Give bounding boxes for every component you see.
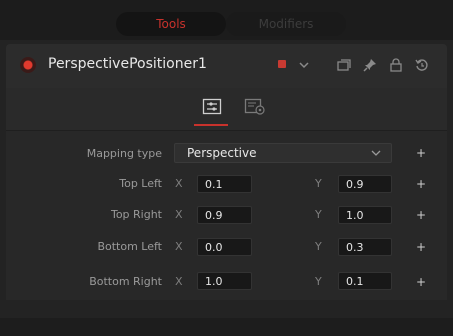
- top-left-label: Top Left: [119, 177, 162, 190]
- node-title: PerspectivePositioner1: [48, 56, 207, 72]
- bottom-left-label: Bottom Left: [97, 240, 162, 253]
- mapping-type-value: Perspective: [187, 146, 257, 160]
- top-right-label: Top Right: [110, 208, 162, 221]
- subtab-bar: [6, 88, 447, 131]
- bottom-left-x-input[interactable]: 0.0: [197, 238, 252, 256]
- inspector-panel: Tools Modifiers PerspectivePositioner1 M…: [0, 0, 453, 336]
- bottom-left-y-label: Y: [315, 240, 322, 253]
- node-header[interactable]: PerspectivePositioner1: [6, 44, 447, 88]
- top-right-add-button[interactable]: +: [416, 209, 426, 221]
- node-enable-toggle[interactable]: [20, 57, 36, 73]
- chevron-down-icon: [371, 150, 381, 156]
- lock-icon[interactable]: [388, 57, 404, 73]
- top-right-x-input[interactable]: 0.9: [197, 206, 252, 224]
- bottom-right-y-label: Y: [315, 275, 322, 288]
- top-left-y-label: Y: [315, 177, 322, 190]
- bottom-right-y-input[interactable]: 0.1: [338, 272, 392, 290]
- inspector-tab-strip: Tools Modifiers: [0, 0, 453, 40]
- top-left-add-button[interactable]: +: [416, 178, 426, 190]
- bottom-left-y-input[interactable]: 0.3: [338, 238, 392, 256]
- top-right-y-input[interactable]: 1.0: [338, 206, 392, 224]
- tab-modifiers[interactable]: Modifiers: [226, 12, 346, 36]
- parameters-panel: [6, 88, 447, 300]
- top-right-y-label: Y: [315, 208, 322, 221]
- panel-footer: [0, 318, 453, 336]
- settings-icon[interactable]: [244, 98, 266, 116]
- bottom-right-label: Bottom Right: [89, 275, 162, 288]
- mapping-type-add-button[interactable]: +: [416, 147, 426, 159]
- chevron-down-icon[interactable]: [298, 59, 310, 71]
- versions-icon[interactable]: [336, 57, 352, 73]
- controls-icon[interactable]: [202, 98, 222, 116]
- mapping-type-label: Mapping type: [86, 147, 162, 160]
- pin-icon[interactable]: [362, 57, 378, 73]
- mapping-type-dropdown[interactable]: Perspective: [174, 143, 392, 163]
- bottom-right-x-input[interactable]: 1.0: [197, 272, 252, 290]
- node-color-swatch[interactable]: [278, 60, 286, 68]
- bottom-right-x-label: X: [175, 275, 183, 288]
- bottom-left-x-label: X: [175, 240, 183, 253]
- top-left-y-input[interactable]: 0.9: [338, 175, 392, 193]
- active-subtab-indicator: [194, 124, 228, 126]
- tab-tools[interactable]: Tools: [116, 12, 226, 36]
- bottom-left-add-button[interactable]: +: [416, 241, 426, 253]
- top-left-x-label: X: [175, 177, 183, 190]
- reset-icon[interactable]: [414, 57, 430, 73]
- top-right-x-label: X: [175, 208, 183, 221]
- bottom-right-add-button[interactable]: +: [416, 276, 426, 288]
- top-left-x-input[interactable]: 0.1: [197, 175, 252, 193]
